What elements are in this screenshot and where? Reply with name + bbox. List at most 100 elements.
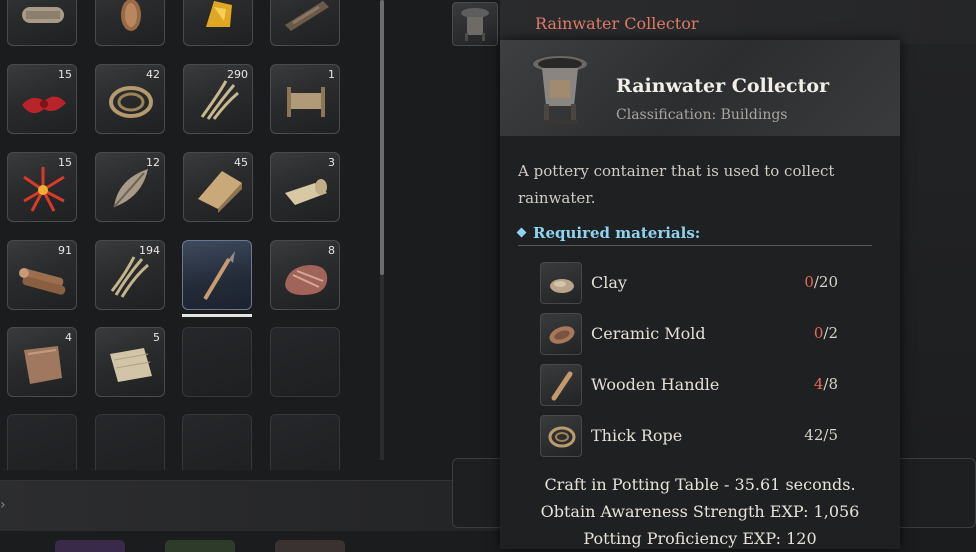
paper-scroll-icon	[285, 179, 327, 205]
awareness-exp: Obtain Awareness Strength EXP: 1,056	[540, 502, 860, 521]
required-materials-heading: Required materials:	[516, 224, 701, 242]
thick-rope-icon	[548, 426, 576, 448]
material-need: /20	[813, 273, 838, 291]
arrow-icon[interactable]: ›	[0, 497, 6, 513]
bark-icon	[285, 1, 329, 31]
inventory-slot-empty[interactable]	[270, 327, 340, 397]
inventory-slot[interactable]: 4	[7, 327, 77, 397]
material-quantity: 0/2	[814, 324, 838, 342]
rainwater-collector-icon	[461, 8, 489, 41]
inventory-slot[interactable]	[270, 0, 340, 46]
inventory-slot[interactable]: 91	[7, 240, 77, 310]
cloth-sheet-icon	[110, 348, 152, 382]
inventory-slot[interactable]: 3	[270, 152, 340, 222]
material-icon-frame	[540, 313, 582, 355]
divider	[518, 245, 872, 246]
clay-icon	[550, 279, 574, 293]
fiber-bundle-icon	[110, 256, 149, 298]
rope-coil-icon	[109, 86, 153, 118]
selection-indicator	[182, 314, 252, 317]
inventory-slot[interactable]: 5	[95, 327, 165, 397]
ceramic-mold-icon	[549, 326, 575, 344]
feather-leaf-icon	[113, 169, 148, 208]
material-name: Thick Rope	[591, 426, 683, 445]
material-icon-frame	[540, 415, 582, 457]
item-count: 4	[65, 331, 72, 344]
inventory-slot[interactable]	[95, 0, 165, 46]
craft-info: Craft in Potting Table - 35.61 seconds.	[544, 475, 856, 494]
item-description: A pottery container that is used to coll…	[518, 162, 835, 207]
bottom-tab[interactable]	[275, 540, 345, 552]
recipe-thumbnail[interactable]	[452, 2, 498, 46]
inventory-scroll-thumb[interactable]	[380, 0, 384, 275]
item-classification: Classification: Buildings	[616, 107, 788, 123]
item-count: 15	[58, 156, 72, 169]
wood-plank-icon	[198, 171, 242, 213]
material-quantity: 42/5	[804, 426, 838, 444]
inventory-slot[interactable]	[183, 0, 253, 46]
inventory-slot[interactable]: 1	[270, 64, 340, 134]
cloth-roll-icon	[22, 7, 64, 23]
inventory-slot-selected[interactable]	[182, 240, 252, 310]
potting-exp: Potting Proficiency EXP: 120	[583, 529, 817, 548]
inventory-slot-empty[interactable]	[7, 414, 77, 470]
material-have: 42	[804, 426, 824, 444]
inventory-slot-empty[interactable]	[182, 414, 252, 470]
inventory-slot-empty[interactable]	[270, 414, 340, 470]
inventory-slot[interactable]: 8	[270, 240, 340, 310]
inventory-slot[interactable]: 42	[95, 64, 165, 134]
material-name: Ceramic Mold	[591, 324, 706, 343]
item-name: Rainwater Collector	[616, 75, 830, 97]
item-count: 1	[328, 68, 335, 81]
material-need: /8	[823, 375, 838, 393]
inventory-slot[interactable]	[7, 0, 77, 46]
material-have: 0	[813, 324, 824, 342]
item-count: 5	[153, 331, 160, 344]
material-row: Clay 0/20	[540, 262, 860, 304]
item-count: 3	[328, 156, 335, 169]
inventory-grid: 15 42 290 1 15 12 45 3 91 194 8 4 5	[0, 0, 380, 470]
material-row: Thick Rope 42/5	[540, 415, 860, 457]
inventory-slot[interactable]: 290	[183, 64, 253, 134]
bottom-tab[interactable]	[55, 540, 125, 552]
inventory-slot[interactable]: 194	[95, 240, 165, 310]
bottom-tab[interactable]	[165, 540, 235, 552]
pinecone-icon	[121, 0, 141, 31]
inventory-slot[interactable]: 15	[7, 64, 77, 134]
red-spiky-flower-icon	[23, 167, 65, 212]
bottom-bar: ›	[0, 480, 500, 531]
material-need: /5	[823, 426, 838, 444]
item-count: 12	[146, 156, 160, 169]
material-have: 0	[804, 273, 814, 291]
inventory-slot[interactable]: 12	[95, 152, 165, 222]
tooltip-header: Rainwater Collector Classification: Buil…	[500, 40, 900, 136]
item-count: 42	[146, 68, 160, 81]
item-count: 194	[139, 244, 160, 257]
inventory-slot-empty[interactable]	[95, 414, 165, 470]
item-count: 8	[328, 244, 335, 257]
inventory-slot[interactable]: 15	[7, 152, 77, 222]
required-materials-label: Required materials:	[533, 224, 701, 242]
plant-fiber-icon	[200, 80, 239, 120]
inventory-slot[interactable]: 45	[183, 152, 253, 222]
spear-icon	[203, 251, 235, 301]
item-count: 45	[234, 156, 248, 169]
amber-icon	[206, 1, 232, 27]
right-panel	[900, 44, 976, 464]
wooden-handle-icon	[551, 371, 573, 401]
material-name: Wooden Handle	[591, 375, 720, 394]
item-count: 91	[58, 244, 72, 257]
material-name: Clay	[591, 273, 627, 292]
item-count: 15	[58, 68, 72, 81]
item-count: 290	[227, 68, 248, 81]
material-icon-frame	[540, 364, 582, 406]
diamond-icon	[516, 227, 527, 238]
inventory-slot-empty[interactable]	[182, 327, 252, 397]
material-row: Wooden Handle 4/8	[540, 364, 860, 406]
wooden-fence-icon	[287, 87, 325, 117]
red-flower-icon	[22, 96, 66, 114]
leather-hide-icon	[24, 346, 62, 384]
item-tooltip: Rainwater Collector Classification: Buil…	[500, 40, 900, 549]
material-quantity: 0/20	[804, 273, 838, 291]
recipe-title: Rainwater Collector	[535, 14, 699, 33]
